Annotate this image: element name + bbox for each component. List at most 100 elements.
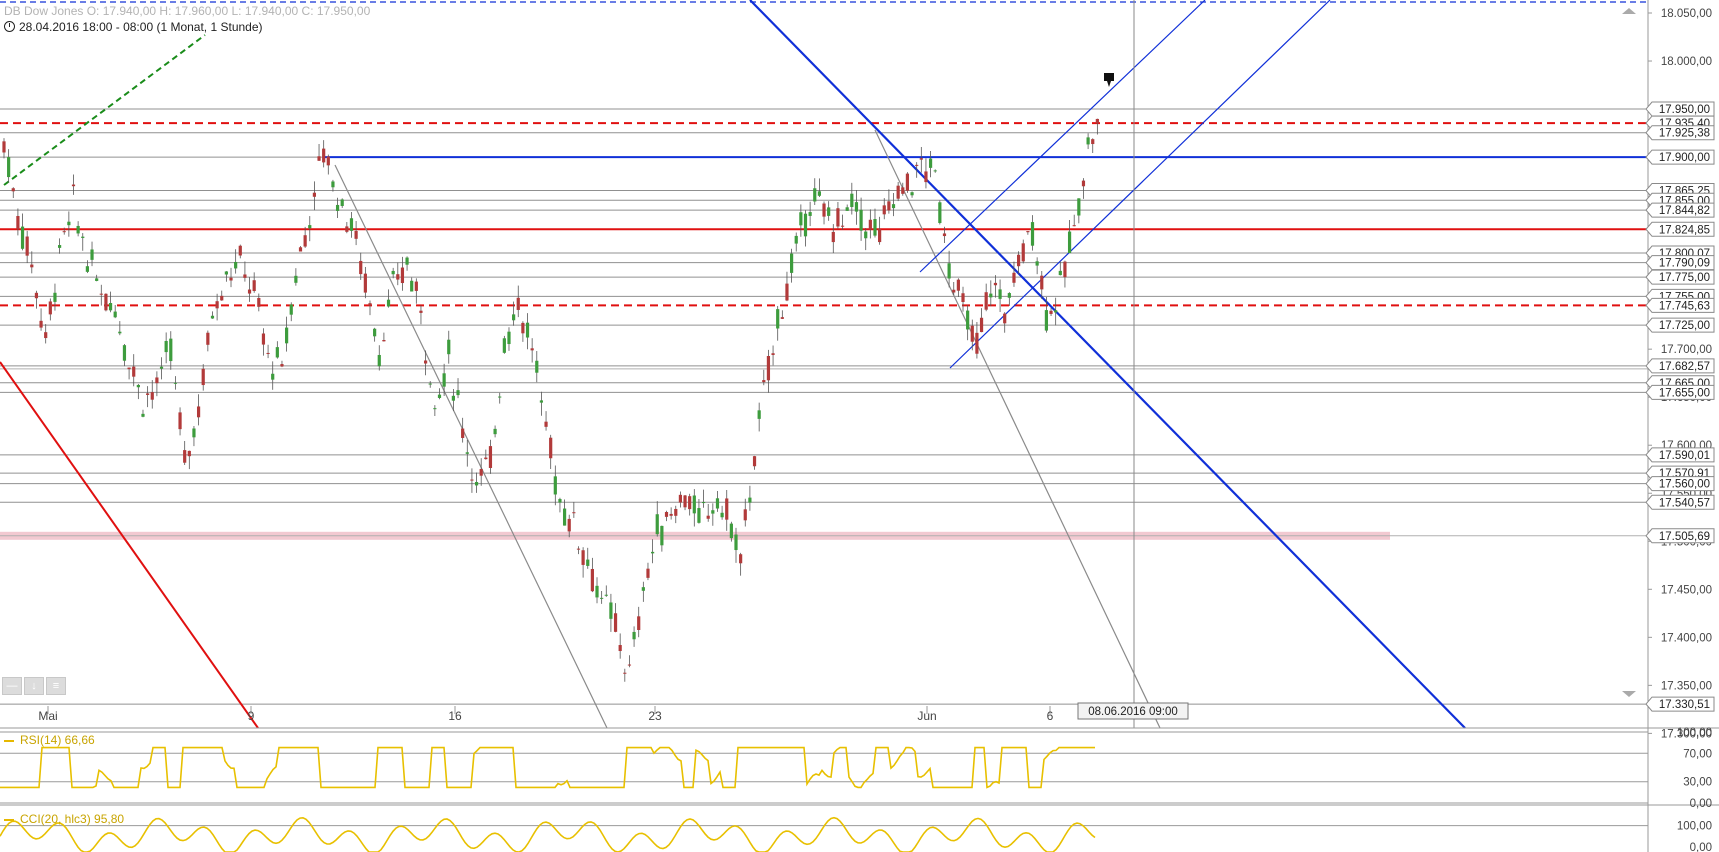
level-label: 17.725,00 xyxy=(1645,317,1715,333)
candle-body xyxy=(470,479,474,481)
candle-body xyxy=(521,322,525,334)
candle-body xyxy=(720,512,724,518)
rsi-level-label: 0,00 xyxy=(1690,798,1712,810)
candle-body xyxy=(164,340,168,353)
level-label: 17.505,69 xyxy=(1645,528,1715,544)
level-label-text: 17.590,01 xyxy=(1659,450,1710,462)
candle-body xyxy=(734,534,738,551)
candle-body xyxy=(743,509,747,521)
level-label: 17.824,85 xyxy=(1645,221,1715,237)
level-label: 17.900,00 xyxy=(1645,149,1715,165)
candle-body xyxy=(854,202,859,212)
candle-body xyxy=(461,428,465,438)
candle-body xyxy=(878,229,882,243)
cci-level-label: 0,00 xyxy=(1690,842,1712,852)
stock-chart[interactable]: 18.050,00 18.000,00 17.950,00 17.900,00 17.8… xyxy=(0,0,1719,852)
period-text: 28.04.2016 18:00 - 08:00 (1 Monat, 1 Stu… xyxy=(19,20,263,34)
candle-body xyxy=(442,373,446,387)
axis-tick-label: 17.450,00 xyxy=(1661,584,1712,596)
candle-body xyxy=(48,301,52,315)
candle-body xyxy=(414,281,418,291)
axis-tick-label: 18.050,00 xyxy=(1661,8,1712,20)
candle-body xyxy=(150,392,154,400)
level-label-text: 17.725,00 xyxy=(1659,320,1710,332)
candle-body xyxy=(1086,137,1090,145)
time-tick-label: 23 xyxy=(648,709,662,723)
candle-body xyxy=(1035,261,1039,266)
candle-body xyxy=(803,213,808,237)
candle-body xyxy=(210,315,215,319)
rsi-level-label: 30,00 xyxy=(1683,777,1712,789)
candle-body xyxy=(146,393,150,395)
rsi-label-text: RSI(14) 66,66 xyxy=(20,733,95,747)
candle-body xyxy=(794,235,798,244)
candle-body xyxy=(451,395,455,401)
candle-body xyxy=(349,218,354,231)
candle-body xyxy=(739,554,743,564)
candle-body xyxy=(910,192,914,196)
time-tick-label: Jun xyxy=(917,709,936,723)
candle-body xyxy=(215,301,219,309)
candle-body xyxy=(660,525,664,546)
candle-body xyxy=(44,332,48,339)
candle-body xyxy=(308,225,312,229)
candle-body xyxy=(836,208,840,227)
candle-body xyxy=(247,289,252,294)
level-label-text: 17.682,57 xyxy=(1659,361,1710,373)
candle-body xyxy=(975,332,979,354)
level-label: 17.540,57 xyxy=(1645,494,1715,510)
candle-body xyxy=(613,613,618,632)
candle-body xyxy=(549,437,553,459)
level-label-text: 17.824,85 xyxy=(1659,224,1710,236)
menu-icon[interactable]: ≡ xyxy=(46,677,66,695)
candle-body xyxy=(280,364,284,367)
candle-body xyxy=(456,390,460,396)
candle-body xyxy=(136,384,140,388)
candle-body xyxy=(252,280,256,291)
candle-body xyxy=(433,408,437,410)
level-label: 17.682,57 xyxy=(1645,358,1715,374)
candle-body xyxy=(632,631,636,640)
candle-body xyxy=(159,366,164,369)
candle-body xyxy=(400,267,405,284)
candle-body xyxy=(623,672,627,674)
candle-body xyxy=(354,230,358,239)
candle-body xyxy=(2,141,6,153)
level-label: 17.560,00 xyxy=(1645,476,1715,492)
candle-body xyxy=(1017,254,1021,267)
level-label-text: 17.505,69 xyxy=(1659,531,1710,543)
download-icon[interactable]: ↓ xyxy=(24,677,44,695)
candle-body xyxy=(776,309,780,329)
candle-body xyxy=(285,327,289,344)
candle-body xyxy=(447,339,451,355)
candle-body xyxy=(479,469,483,476)
candle-body xyxy=(396,274,400,280)
candle-body xyxy=(845,207,849,211)
candle-body xyxy=(766,356,771,381)
candle-body xyxy=(752,456,757,467)
candle-body xyxy=(326,156,330,166)
candle-body xyxy=(600,597,604,599)
candle-body xyxy=(53,292,57,302)
candle-body xyxy=(609,602,613,619)
minus-icon[interactable]: — xyxy=(2,677,22,695)
candle-body xyxy=(1049,310,1053,314)
candle-body xyxy=(651,551,655,554)
level-label-text: 17.655,00 xyxy=(1659,387,1710,399)
candle-body xyxy=(294,275,298,283)
level-label-text: 17.330,51 xyxy=(1659,699,1710,711)
level-label-text: 17.745,63 xyxy=(1659,300,1710,312)
time-tick-label: 6 xyxy=(1047,709,1054,723)
cci-label: CCI(20, hlc3) 95,80 xyxy=(4,812,124,826)
candle-body xyxy=(34,292,39,299)
level-label: 17.790,09 xyxy=(1645,255,1715,271)
candle-body xyxy=(1054,310,1058,313)
candle-body xyxy=(104,293,108,311)
candle-body xyxy=(817,191,821,196)
candle-body xyxy=(359,260,363,275)
candle-body xyxy=(67,221,71,226)
candle-body xyxy=(984,292,988,310)
candle-body xyxy=(108,303,113,311)
candle-body xyxy=(664,512,669,517)
candle-body xyxy=(1091,139,1095,145)
